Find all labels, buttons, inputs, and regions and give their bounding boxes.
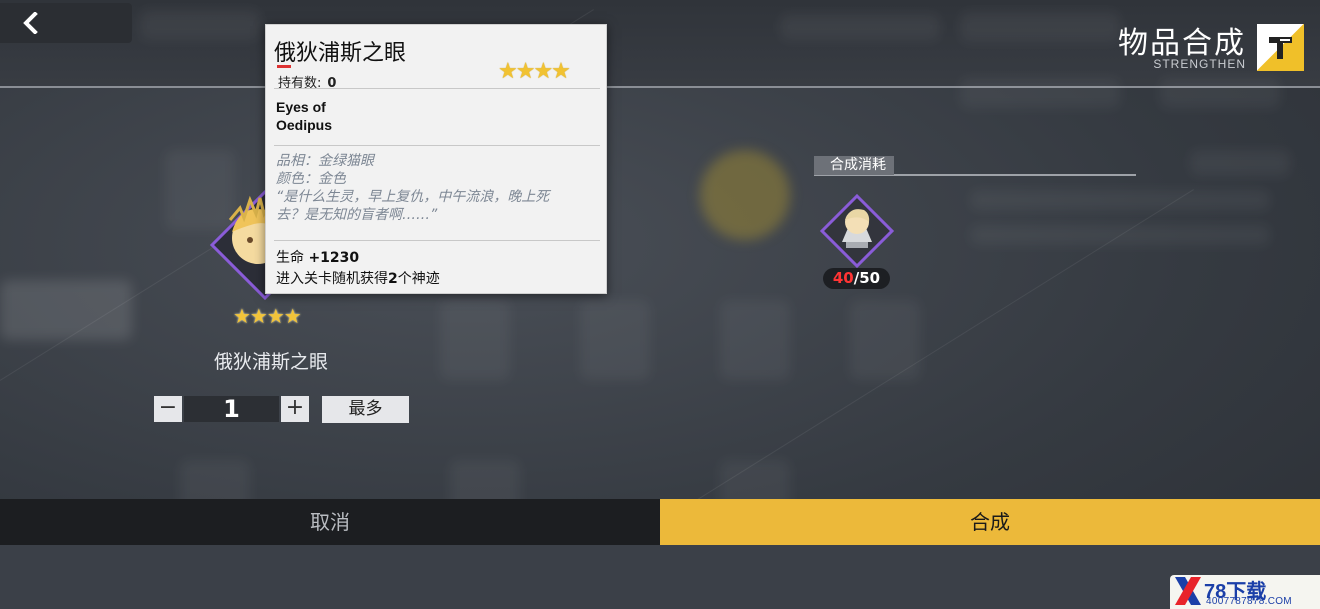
tooltip-english-name: Eyes of Oedipus xyxy=(276,99,333,133)
cost-header: 合成消耗 xyxy=(814,156,1136,176)
tooltip-accent-bar xyxy=(277,65,291,68)
x-logo-icon xyxy=(1175,577,1201,605)
max-button[interactable]: 最多 xyxy=(322,396,409,423)
tooltip-stat: 生命 +1230 xyxy=(276,247,359,267)
blurred-item xyxy=(440,300,510,380)
tooltip-quote: “是什么生灵，早上复仇，中午流浪，晚上死 去？是无知的盲者啊……” xyxy=(276,189,550,223)
page-title: 物品合成 xyxy=(1118,26,1246,61)
blurred-item xyxy=(850,300,920,380)
blurred-filter xyxy=(1160,78,1280,108)
material-count: 40/50 xyxy=(823,268,890,289)
tooltip-rarity-stars: ★★★★ xyxy=(498,59,571,84)
cancel-button[interactable]: 取消 xyxy=(0,499,660,545)
bottom-background xyxy=(0,545,1320,609)
blurred-header-tab xyxy=(140,10,260,40)
cost-label: 合成消耗 xyxy=(814,156,894,175)
watermark-url: 4007787878.COM xyxy=(1206,596,1292,607)
material-required-count: /50 xyxy=(853,269,881,287)
divider xyxy=(274,240,600,241)
material-item-icon[interactable] xyxy=(819,193,895,269)
blurred-gold-item xyxy=(700,150,790,240)
tooltip-effect-pre: 进入关卡随机获得 xyxy=(276,271,388,287)
quantity-increase-button[interactable]: + xyxy=(281,396,309,422)
blurred-button xyxy=(1190,150,1290,176)
quantity-decrease-button[interactable]: − xyxy=(154,396,182,422)
material-owned-count: 40 xyxy=(832,269,854,287)
item-name: 俄狄浦斯之眼 xyxy=(214,351,329,373)
blurred-currency xyxy=(960,12,1120,42)
blurred-item xyxy=(580,300,650,380)
hammer-icon xyxy=(1257,24,1304,71)
item-tooltip: 俄狄浦斯之眼 持有数: 0 ★★★★ Eyes of Oedipus 品相：金绿猫… xyxy=(265,24,607,294)
blurred-item xyxy=(720,300,790,380)
tooltip-title: 俄狄浦斯之眼 xyxy=(274,41,407,66)
blurred-filter xyxy=(960,78,1120,108)
quantity-field[interactable]: 1 xyxy=(184,396,279,422)
watermark-logo: 78下载 4007787878.COM xyxy=(1170,575,1320,609)
item-rarity-stars: ★★★★ xyxy=(233,304,302,328)
back-button[interactable] xyxy=(0,3,132,43)
tooltip-quality: 品相：金绿猫眼 xyxy=(276,153,374,169)
tooltip-effect-post: 个神迹 xyxy=(397,271,440,287)
divider xyxy=(274,88,600,89)
craft-button[interactable]: 合成 xyxy=(660,499,1320,545)
page-subtitle: STRENGTHEN xyxy=(1153,57,1246,71)
chevron-left-icon xyxy=(23,12,38,34)
tooltip-stat-label: 生命 xyxy=(276,250,304,266)
divider xyxy=(274,145,600,146)
tooltip-effect-num: 2 xyxy=(388,271,398,287)
blurred-text xyxy=(970,190,1270,210)
tooltip-flavor-text: 品相：金绿猫眼 颜色：金色 “是什么生灵，早上复仇，中午流浪，晚上死 去？是无知… xyxy=(276,152,596,224)
blurred-currency xyxy=(780,14,940,40)
tooltip-color: 颜色：金色 xyxy=(276,171,346,187)
tooltip-effect: 进入关卡随机获得2个神迹 xyxy=(276,268,440,288)
tooltip-stat-value: +1230 xyxy=(308,250,360,266)
